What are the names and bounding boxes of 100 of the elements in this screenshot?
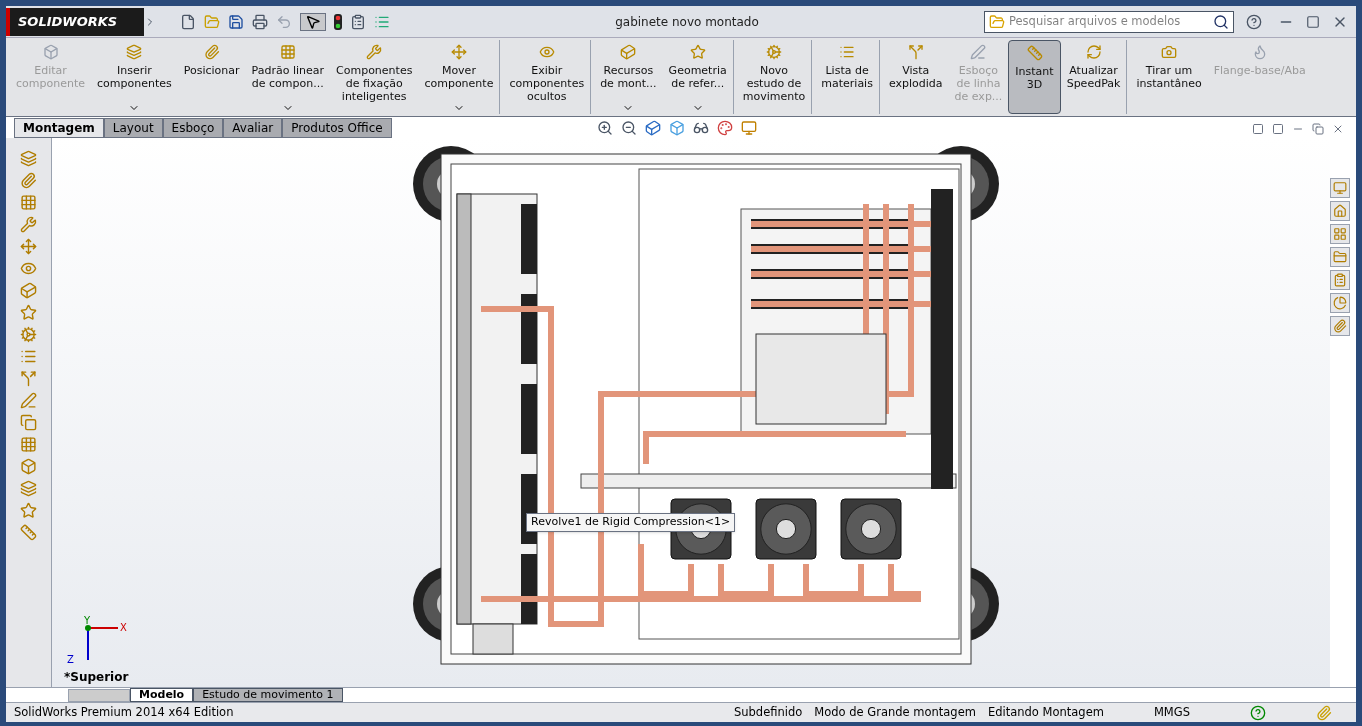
ruler-icon[interactable] <box>20 524 37 541</box>
ribbon-button[interactable]: Lista de materiais <box>815 40 880 114</box>
ribbon-button[interactable]: Posicionar <box>177 40 246 114</box>
grid-icon[interactable] <box>20 436 37 453</box>
cube-icon[interactable] <box>644 120 661 136</box>
search-field[interactable]: Pesquisar arquivos e modelos <box>984 10 1234 33</box>
new-document-icon[interactable] <box>180 13 196 30</box>
monitor-icon[interactable] <box>1330 178 1350 198</box>
eye-icon <box>538 44 555 60</box>
zoom-in-icon[interactable] <box>596 120 613 136</box>
ribbon-button[interactable]: Mover componente <box>418 40 501 114</box>
split-icon[interactable] <box>20 370 37 387</box>
select-button[interactable] <box>300 12 326 31</box>
paperclip-icon[interactable] <box>20 172 37 189</box>
cube-icon[interactable] <box>20 458 37 475</box>
tile-icon[interactable] <box>1272 123 1284 135</box>
model-tab[interactable]: Modelo <box>130 688 194 702</box>
command-tab[interactable]: Esboço <box>162 118 224 138</box>
list-icon[interactable] <box>20 348 37 365</box>
ribbon-button[interactable]: Padrão linear de compon... <box>245 40 331 114</box>
maximize-icon[interactable] <box>1306 14 1320 29</box>
command-tab[interactable]: Layout <box>103 118 163 138</box>
folder-icon[interactable] <box>1330 247 1350 267</box>
eye-icon[interactable] <box>20 260 37 277</box>
glasses-icon[interactable] <box>692 120 709 136</box>
gear-icon <box>766 44 782 60</box>
move-icon[interactable] <box>20 238 37 255</box>
tab-scroll-buttons[interactable] <box>68 689 130 702</box>
ribbon-button[interactable]: Componentes de fixação inteligentes <box>330 40 419 114</box>
refresh-icon <box>1085 44 1102 60</box>
paperclip-icon[interactable] <box>1316 704 1332 721</box>
view-label: *Superior <box>64 669 129 686</box>
ribbon-button[interactable]: Atualizar SpeedPak <box>1060 40 1128 114</box>
gear-icon[interactable] <box>20 326 37 343</box>
split-icon <box>907 44 924 60</box>
cube-icon <box>42 44 59 60</box>
paperclip-icon <box>203 44 220 60</box>
printer-icon[interactable] <box>252 13 268 30</box>
zoom-out-icon[interactable] <box>620 120 637 136</box>
wrench-icon[interactable] <box>20 216 37 233</box>
tooltip: Revolve1 de Rigid Compression<1> <box>526 513 736 532</box>
status-text: Subdefinido <box>733 703 803 721</box>
undo-icon[interactable] <box>276 13 292 30</box>
help-icon[interactable] <box>1250 704 1266 721</box>
camera-icon <box>1161 44 1178 60</box>
ribbon-button[interactable]: Geometria de refer... <box>662 40 734 114</box>
grid-icon[interactable] <box>20 194 37 211</box>
window-title: gabinete novo montado <box>615 13 759 31</box>
units-label[interactable]: MMGS <box>1153 703 1190 722</box>
tile-icon[interactable] <box>1252 123 1264 135</box>
layers-icon <box>126 44 143 60</box>
app-logo[interactable]: SOLIDWORKS <box>6 7 144 36</box>
traffic-light-icon[interactable] <box>334 13 342 30</box>
status-text: Editando Montagem <box>987 703 1104 721</box>
layers-icon[interactable] <box>20 480 37 497</box>
clipboard-icon[interactable] <box>1330 270 1350 290</box>
axis-label: X <box>120 621 127 635</box>
pie-chart-icon[interactable] <box>1330 293 1350 313</box>
list-icon <box>839 44 856 60</box>
command-tab[interactable]: Produtos Office <box>282 118 392 138</box>
open-folder-icon[interactable] <box>204 13 220 30</box>
palette-icon[interactable] <box>716 120 733 136</box>
grid-icon[interactable] <box>1330 224 1350 244</box>
star-icon[interactable] <box>20 502 37 519</box>
ribbon-button[interactable]: Tirar um instantâneo <box>1130 40 1208 114</box>
cube-icon <box>620 44 637 60</box>
pen-icon <box>970 44 987 60</box>
pen-icon[interactable] <box>20 392 37 409</box>
star-icon[interactable] <box>20 304 37 321</box>
cube-icon[interactable] <box>20 282 37 299</box>
home-icon[interactable] <box>1330 201 1350 221</box>
command-tab[interactable]: Montagem <box>14 118 104 138</box>
save-icon[interactable] <box>228 13 244 30</box>
ribbon-button[interactable]: Instant 3D <box>1008 40 1061 114</box>
ribbon-button[interactable]: Inserir componentes <box>91 40 178 114</box>
search-icon[interactable] <box>1213 13 1229 30</box>
ribbon-button[interactable]: Exibir componentes ocultos <box>503 40 592 114</box>
ruler-icon <box>1026 45 1043 61</box>
ribbon-button[interactable]: Vista explodida <box>882 40 949 114</box>
command-tab[interactable]: Avaliar <box>223 118 283 138</box>
copy-icon[interactable] <box>20 414 37 431</box>
status-text: Modo de Grande montagem <box>814 703 976 721</box>
layers-icon[interactable] <box>20 150 37 167</box>
grid-icon <box>279 44 296 60</box>
help-icon[interactable] <box>1246 13 1262 30</box>
close-icon[interactable] <box>1332 123 1344 135</box>
axis-label: Z <box>67 653 74 667</box>
move-icon <box>450 44 467 60</box>
pointer-icon <box>305 13 321 30</box>
restore-icon[interactable] <box>1312 123 1324 135</box>
paperclip-icon[interactable] <box>1330 316 1350 336</box>
model-tab[interactable]: Estudo de movimento 1 <box>193 688 343 702</box>
cube-icon[interactable] <box>668 120 685 136</box>
monitor-icon[interactable] <box>740 120 757 136</box>
ribbon-button[interactable]: Novo estudo de movimento <box>736 40 813 114</box>
options-icon[interactable] <box>350 13 366 30</box>
ribbon-button[interactable]: Recursos de mont... <box>594 40 663 114</box>
edition-label: SolidWorks Premium 2014 x64 Edition <box>14 703 234 721</box>
folder-icon <box>989 13 1005 30</box>
star-icon <box>689 44 706 60</box>
